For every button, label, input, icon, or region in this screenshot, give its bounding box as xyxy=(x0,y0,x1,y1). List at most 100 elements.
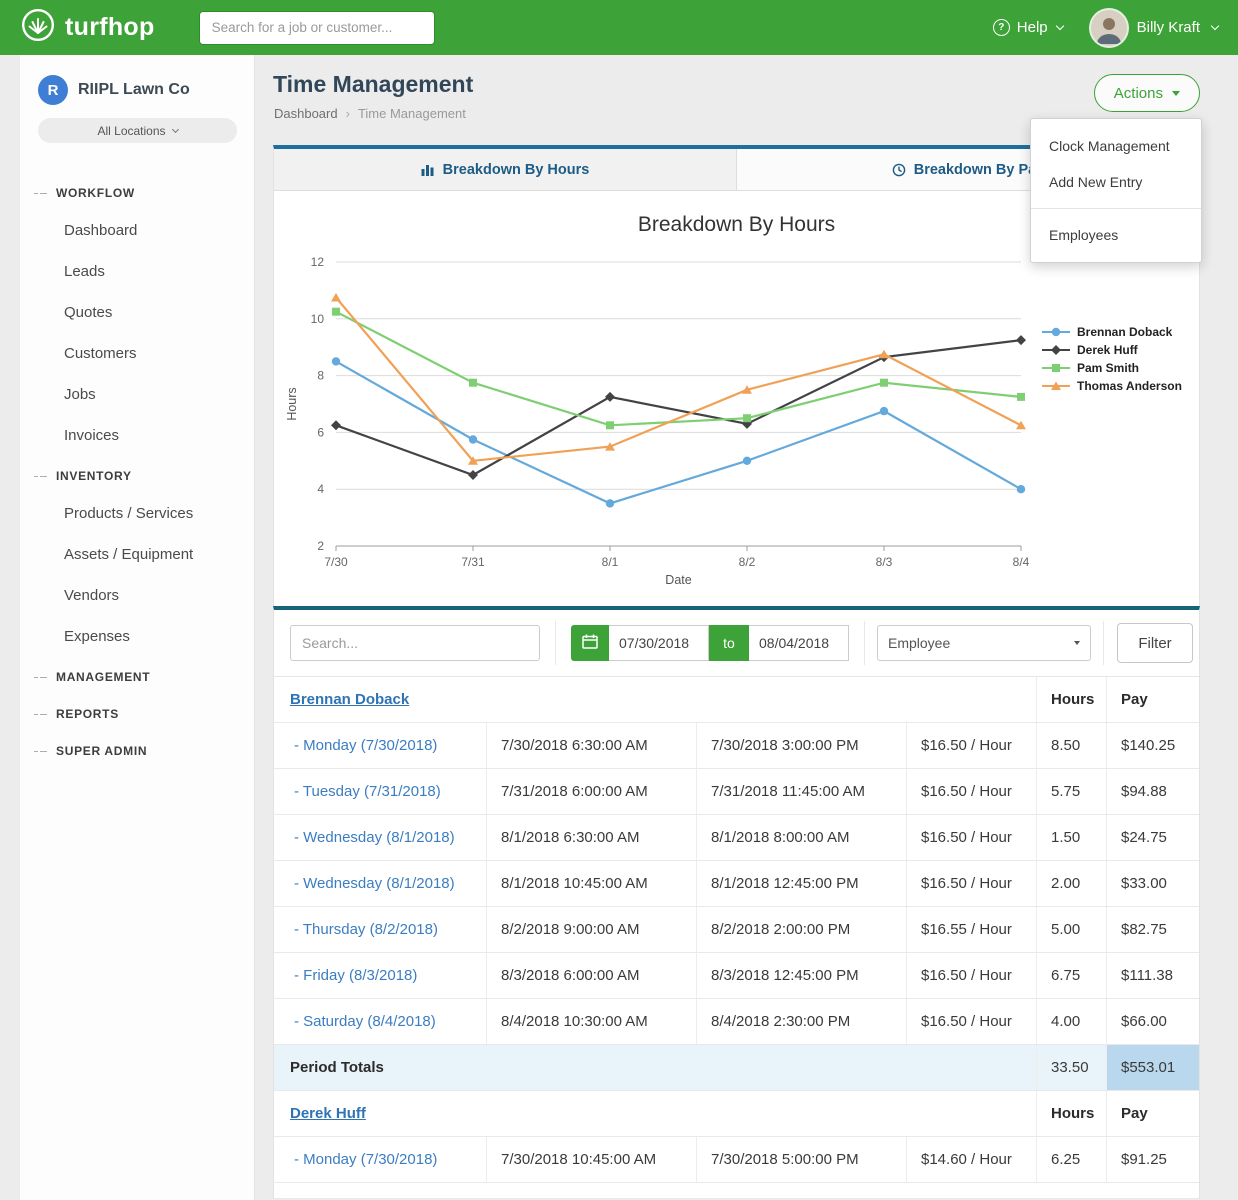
employee-link-derek-huff[interactable]: Derek Huff xyxy=(290,1105,366,1122)
menu-item-employees[interactable]: Employees xyxy=(1031,217,1201,253)
legend-item-pam-smith[interactable]: Pam Smith xyxy=(1041,359,1182,377)
tree-branch-icon xyxy=(34,473,47,480)
clock-out-cell: 7/31/2018 11:45:00 AM xyxy=(696,769,906,814)
clock-in-cell: 7/31/2018 6:00:00 AM xyxy=(486,769,696,814)
help-menu[interactable]: Help xyxy=(993,19,1063,36)
sidebar-section-inventory[interactable]: INVENTORY xyxy=(20,456,254,493)
column-header-pay: Pay xyxy=(1106,1091,1199,1136)
sidebar-section-reports[interactable]: REPORTS xyxy=(20,694,254,731)
pay-cell: $140.25 xyxy=(1106,723,1199,768)
svg-text:8/2: 8/2 xyxy=(739,555,756,569)
clock-in-cell: 7/30/2018 10:45:00 AM xyxy=(486,1137,696,1182)
hours-cell: 4.00 xyxy=(1036,999,1106,1044)
sidebar-section-super-admin[interactable]: SUPER ADMIN xyxy=(20,731,254,768)
date-to-label: to xyxy=(709,625,749,661)
tab-label: Breakdown By Hours xyxy=(443,162,590,178)
legend-item-brennan-doback[interactable]: Brennan Doback xyxy=(1041,323,1182,341)
main-content: Time Management Dashboard Time Managemen… xyxy=(273,55,1200,1199)
day-entry-link[interactable]: - Thursday (8/2/2018) xyxy=(294,921,438,938)
clock-in-cell: 8/1/2018 10:45:00 AM xyxy=(486,861,696,906)
breadcrumb-current: Time Management xyxy=(358,106,466,121)
day-entry-link[interactable]: - Monday (7/30/2018) xyxy=(294,1151,437,1168)
brand-logo[interactable]: turfhop xyxy=(20,7,155,48)
clock-out-cell: 7/30/2018 3:00:00 PM xyxy=(696,723,906,768)
sidebar-item-leads[interactable]: Leads xyxy=(20,251,254,292)
table-row: - Wednesday (8/1/2018)8/1/2018 6:30:00 A… xyxy=(274,815,1199,861)
date-from-input[interactable] xyxy=(609,625,709,661)
pay-cell: $82.75 xyxy=(1106,907,1199,952)
menu-item-clock-management[interactable]: Clock Management xyxy=(1031,128,1201,164)
employee-link-brennan-doback[interactable]: Brennan Doback xyxy=(290,691,409,708)
legend-marker-diamond xyxy=(1041,344,1071,356)
actions-button[interactable]: Actions xyxy=(1094,74,1200,112)
tree-branch-icon xyxy=(34,190,47,197)
rate-cell: $16.50 / Hour xyxy=(906,953,1036,998)
day-entry-link[interactable]: - Wednesday (8/1/2018) xyxy=(294,829,455,846)
svg-text:8/1: 8/1 xyxy=(602,555,619,569)
clock-out-cell: 8/2/2018 2:00:00 PM xyxy=(696,907,906,952)
sidebar-item-expenses[interactable]: Expenses xyxy=(20,616,254,657)
actions-dropdown-menu: Clock ManagementAdd New Entry Employees xyxy=(1030,118,1202,263)
legend-item-derek-huff[interactable]: Derek Huff xyxy=(1041,341,1182,359)
clock-out-cell: 8/1/2018 8:00:00 AM xyxy=(696,815,906,860)
sidebar-section-workflow[interactable]: WORKFLOW xyxy=(20,173,254,210)
column-header-pay: Pay xyxy=(1106,677,1199,722)
legend-label: Derek Huff xyxy=(1077,343,1138,357)
employee-filter-select[interactable]: Employee xyxy=(877,625,1091,661)
tab-breakdown-by-hours[interactable]: Breakdown By Hours xyxy=(274,149,736,190)
day-entry-link[interactable]: - Monday (7/30/2018) xyxy=(294,737,437,754)
day-entry-link[interactable]: - Saturday (8/4/2018) xyxy=(294,1013,436,1030)
table-row: - Tuesday (7/31/2018) 7/31/2018 6:00:00 A… xyxy=(274,769,1199,815)
sidebar-section-label: INVENTORY xyxy=(56,469,132,483)
sidebar-item-invoices[interactable]: Invoices xyxy=(20,415,254,456)
bar-chart-icon xyxy=(421,163,435,176)
day-cell: - Friday (8/3/2018) xyxy=(274,953,486,998)
sidebar-item-assets-equipment[interactable]: Assets / Equipment xyxy=(20,534,254,575)
pay-cell: $91.25 xyxy=(1106,1137,1199,1182)
total-pay-cell: $553.01 xyxy=(1106,1045,1199,1090)
global-search-input[interactable] xyxy=(199,11,435,45)
chart-legend: Brennan Doback Derek Huff Pam SmithThomas … xyxy=(1041,323,1182,395)
page-title: Time Management xyxy=(273,71,473,98)
company-switcher[interactable]: R RIIPL Lawn Co xyxy=(20,55,254,115)
brand-name: turfhop xyxy=(65,13,155,42)
filter-button[interactable]: Filter xyxy=(1117,623,1193,663)
legend-item-thomas-anderson[interactable]: Thomas Anderson xyxy=(1041,377,1182,395)
clock-out-cell: 8/1/2018 12:45:00 PM xyxy=(696,861,906,906)
column-header-hours: Hours xyxy=(1036,677,1106,722)
day-cell: - Wednesday (8/1/2018) xyxy=(274,861,486,906)
table-row-partial xyxy=(274,1183,1199,1199)
table-row: - Saturday (8/4/2018)8/4/2018 10:30:00 A… xyxy=(274,999,1199,1045)
sidebar-item-products-services[interactable]: Products / Services xyxy=(20,493,254,534)
date-to-input[interactable] xyxy=(749,625,849,661)
clock-in-cell: 8/2/2018 9:00:00 AM xyxy=(486,907,696,952)
calendar-button[interactable] xyxy=(571,625,609,661)
user-menu[interactable]: Billy Kraft xyxy=(1091,10,1218,46)
rate-cell: $16.55 / Hour xyxy=(906,907,1036,952)
sidebar-item-dashboard[interactable]: Dashboard xyxy=(20,210,254,251)
day-entry-link[interactable]: - Wednesday (8/1/2018) xyxy=(294,875,455,892)
rate-cell: $16.50 / Hour xyxy=(906,815,1036,860)
avatar xyxy=(1091,10,1127,46)
sidebar-section-management[interactable]: MANAGEMENT xyxy=(20,657,254,694)
breadcrumb-dashboard[interactable]: Dashboard xyxy=(274,106,338,121)
locations-dropdown[interactable]: All Locations xyxy=(38,118,237,143)
day-entry-link[interactable]: - Tuesday (7/31/2018) xyxy=(294,783,441,800)
help-label: Help xyxy=(1017,19,1048,36)
sidebar-item-vendors[interactable]: Vendors xyxy=(20,575,254,616)
table-search-input[interactable] xyxy=(290,625,540,661)
tree-branch-icon xyxy=(34,674,47,681)
menu-item-add-new-entry[interactable]: Add New Entry xyxy=(1031,164,1201,200)
menu-divider xyxy=(1031,208,1201,209)
pay-cell: $66.00 xyxy=(1106,999,1199,1044)
period-totals-label: Period Totals xyxy=(274,1045,1036,1090)
sidebar-item-jobs[interactable]: Jobs xyxy=(20,374,254,415)
table-row: - Wednesday (8/1/2018) 8/1/2018 10:45:00 … xyxy=(274,861,1199,907)
tree-branch-icon xyxy=(34,748,47,755)
column-header-hours: Hours xyxy=(1036,1091,1106,1136)
day-cell: - Saturday (8/4/2018) xyxy=(274,999,486,1044)
caret-down-icon xyxy=(1172,91,1180,96)
sidebar-item-customers[interactable]: Customers xyxy=(20,333,254,374)
day-entry-link[interactable]: - Friday (8/3/2018) xyxy=(294,967,417,984)
sidebar-item-quotes[interactable]: Quotes xyxy=(20,292,254,333)
